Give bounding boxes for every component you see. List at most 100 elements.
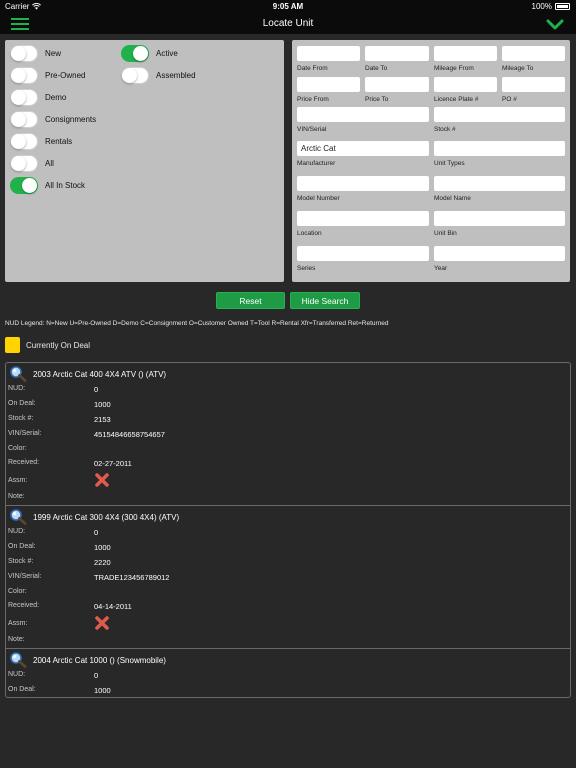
received-value: 04-14-2011 [94,602,132,611]
stock-field: Stock # [434,107,565,133]
series-input[interactable] [297,246,429,261]
unit-bin-field: Unit Bin [434,211,565,237]
location-field: Location [297,211,429,237]
manufacturer-field: Arctic Cat Manufacturer [297,141,429,167]
toggle-new[interactable]: New [10,45,61,62]
toggle-label: Assembled [156,71,196,80]
year-input[interactable] [434,246,565,261]
toggle-all[interactable]: All [10,155,54,172]
note-label: Note: [8,493,25,500]
toggle-label: All In Stock [45,181,86,190]
date-to-input[interactable] [365,46,429,61]
battery-indicator: 100% [532,2,570,11]
not-assembled-x-icon [95,473,109,487]
model-number-label: Model Number [297,195,340,202]
unit-title-text: 2004 Arctic Cat 1000 () (Snowmobile) [33,655,166,665]
toggle-label: Demo [45,93,67,102]
rentals-switch[interactable] [10,133,38,150]
battery-percent: 100% [531,2,552,11]
unit-title[interactable]: 2004 Arctic Cat 1000 () (Snowmobile) [9,652,166,668]
battery-icon [555,3,570,10]
date-from-input[interactable] [297,46,360,61]
po-label: PO # [502,96,517,103]
vin-serial-field: VIN/Serial [297,107,429,133]
date-to-field: Date To [365,46,429,72]
nav-bar: Locate Unit [0,14,576,34]
page-title: Locate Unit [262,18,314,29]
unit-title-text: 2003 Arctic Cat 400 4X4 ATV () (ATV) [33,369,167,379]
year-field: Year [434,246,565,272]
list-item[interactable]: 1999 Arctic Cat 300 4X4 (300 4X4) (ATV) … [6,506,570,649]
toggle-all-in-stock[interactable]: All In Stock [10,177,85,194]
assembled-switch[interactable] [121,67,149,84]
status-bar: Carrier 9:05 AM 100% [0,0,576,14]
on-deal-value: 1000 [94,400,111,409]
magnifier-icon[interactable] [9,509,27,525]
location-input[interactable] [297,211,429,226]
mileage-from-input[interactable] [434,46,497,61]
toggle-pre-owned[interactable]: Pre-Owned [10,67,85,84]
model-number-input[interactable] [297,176,429,191]
model-name-input[interactable] [434,176,565,191]
toggle-demo[interactable]: Demo [10,89,66,106]
unit-title[interactable]: 1999 Arctic Cat 300 4X4 (300 4X4) (ATV) [9,509,179,525]
magnifier-icon[interactable] [9,652,27,668]
toggle-rentals[interactable]: Rentals [10,133,72,150]
licence-plate-label: Licence Plate # [434,96,479,103]
unit-types-input[interactable] [434,141,565,156]
unit-bin-label: Unit Bin [434,230,457,237]
unit-title[interactable]: 2003 Arctic Cat 400 4X4 ATV () (ATV) [9,366,166,382]
vin-serial-input[interactable] [297,107,429,122]
stock-value: 2220 [94,558,111,567]
assm-label: Assm: [8,620,28,627]
model-name-field: Model Name [434,176,565,202]
series-label: Series [297,265,316,272]
assm-label: Assm: [8,477,28,484]
active-switch[interactable] [121,45,149,62]
pre-owned-switch[interactable] [10,67,38,84]
licence-plate-field: Licence Plate # [434,77,497,103]
price-to-input[interactable] [365,77,429,92]
reset-button[interactable]: Reset [216,292,285,309]
all-switch[interactable] [10,155,38,172]
stock-input[interactable] [434,107,565,122]
received-label: Received: [8,459,40,466]
po-input[interactable] [502,77,565,92]
manufacturer-input[interactable]: Arctic Cat [297,141,429,156]
on-deal-label: On Deal: [8,400,36,407]
list-item[interactable]: 2003 Arctic Cat 400 4X4 ATV () (ATV) NUD… [6,363,570,506]
demo-switch[interactable] [10,89,38,106]
price-from-input[interactable] [297,77,360,92]
date-to-label: Date To [365,65,388,72]
magnifier-icon[interactable] [9,366,27,382]
stock-label: Stock # [434,126,456,133]
toggle-active[interactable]: Active [121,45,178,62]
on-deal-value: 1000 [94,543,111,552]
nud-value: 0 [94,528,99,537]
checkmark-icon[interactable] [546,15,564,33]
received-value: 02-27-2011 [94,459,132,468]
vin-label: VIN/Serial: [8,430,42,437]
consignments-switch[interactable] [10,111,38,128]
clock: 9:05 AM [272,2,304,11]
stock-label: Stock #: [8,415,34,422]
unit-bin-input[interactable] [434,211,565,226]
manufacturer-label: Manufacturer [297,160,336,167]
toggle-label: Rentals [45,137,73,146]
new-switch[interactable] [10,45,38,62]
toggle-assembled[interactable]: Assembled [121,67,196,84]
all-in-stock-switch[interactable] [10,177,38,194]
list-item[interactable]: 2004 Arctic Cat 1000 () (Snowmobile) NUD… [6,649,570,697]
mileage-from-field: Mileage From [434,46,497,72]
licence-plate-input[interactable] [434,77,497,92]
mileage-from-label: Mileage From [434,65,474,72]
date-from-label: Date From [297,65,328,72]
toggle-consignments[interactable]: Consignments [10,111,96,128]
mileage-to-field: Mileage To [502,46,565,72]
price-from-label: Price From [297,96,329,103]
on-deal-color-swatch [5,337,20,353]
mileage-to-input[interactable] [502,46,565,61]
hide-search-button[interactable]: Hide Search [290,292,360,309]
on-deal-legend-label: Currently On Deal [26,341,91,350]
price-to-label: Price To [365,96,389,103]
